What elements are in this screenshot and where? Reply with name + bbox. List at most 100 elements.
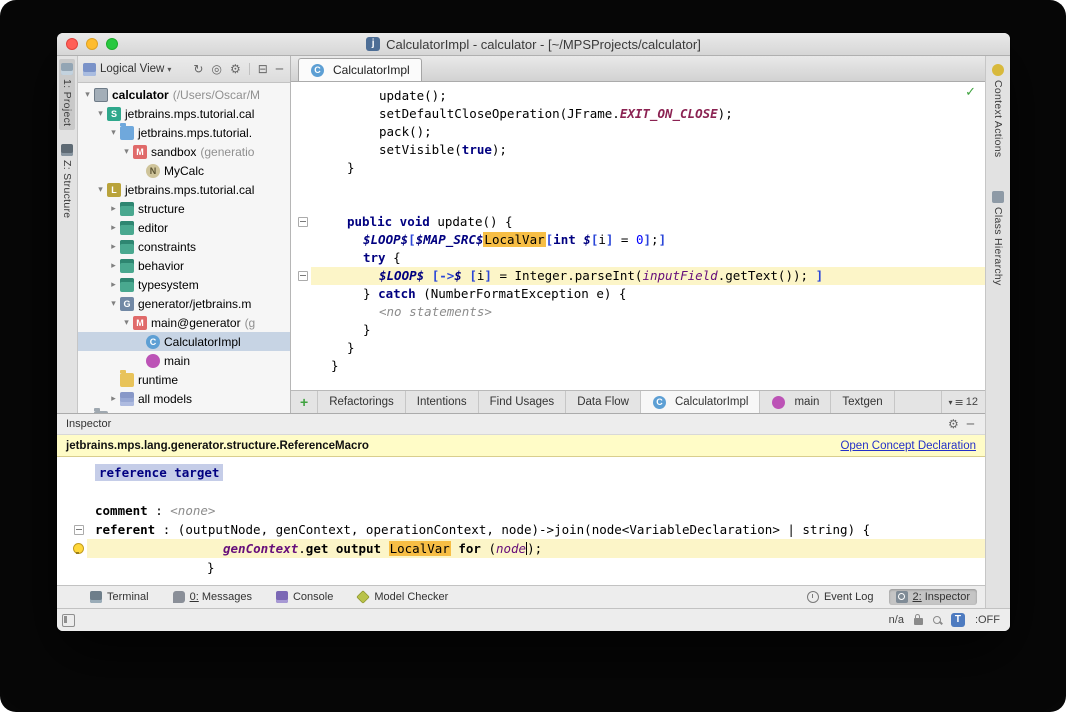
tree-toggle-icon[interactable]: ▾: [95, 185, 106, 195]
toolwindow-button-0-messages[interactable]: 0: Messages: [166, 589, 259, 605]
tree-item-calculatorimpl[interactable]: CalculatorImpl: [78, 332, 290, 351]
settings-gear-icon[interactable]: ⚙: [228, 63, 243, 75]
tree-toggle-icon[interactable]: ▸: [108, 204, 119, 214]
code-line[interactable]: }: [57, 558, 985, 577]
code-line[interactable]: }: [291, 159, 985, 177]
close-window-button[interactable]: [66, 38, 78, 50]
tree-item-main-generator[interactable]: ▾main@generator(g: [78, 313, 290, 332]
tree-toggle-icon[interactable]: ▸: [108, 242, 119, 252]
bottom-tab-main[interactable]: main: [760, 391, 831, 413]
toolwindow-button-structure[interactable]: Z: Structure: [59, 140, 75, 222]
code-line[interactable]: public void update() {: [291, 213, 985, 231]
code-line[interactable]: <no statements>: [291, 303, 985, 321]
tree-toggle-icon[interactable]: ▸: [108, 280, 119, 290]
open-concept-declaration-link[interactable]: Open Concept Declaration: [840, 440, 976, 452]
tree-item-structure[interactable]: ▸structure: [78, 199, 290, 218]
tree-item-jetbrains-mps-tutorial[interactable]: ▾jetbrains.mps.tutorial.: [78, 123, 290, 142]
code-token: pack();: [379, 124, 432, 139]
editor-tab-calculatorimpl[interactable]: CalculatorImpl: [298, 58, 422, 81]
code-line[interactable]: setDefaultCloseOperation(JFrame.EXIT_ON_…: [291, 105, 985, 123]
tree-toggle-icon[interactable]: ▾: [82, 90, 93, 100]
tree-item-generator-jetbrains-m[interactable]: ▾generator/jetbrains.m: [78, 294, 290, 313]
bottom-tab-textgen[interactable]: Textgen: [831, 391, 894, 413]
hide-panel-icon[interactable]: ─: [274, 63, 285, 75]
code-line[interactable]: referent : (outputNode, genContext, oper…: [57, 520, 985, 539]
lock-icon[interactable]: [914, 618, 923, 625]
code-token: get output: [306, 541, 389, 556]
toolwindow-toggle-icon[interactable]: [62, 614, 75, 627]
code-line[interactable]: }: [291, 321, 985, 339]
fold-marker-icon[interactable]: [298, 217, 308, 227]
toolwindow-button-event-log[interactable]: Event Log: [800, 589, 881, 605]
gutter: [57, 482, 87, 501]
tree-toggle-icon[interactable]: ▸: [108, 261, 119, 271]
inspection-status-ok-icon[interactable]: ✓: [965, 85, 976, 100]
bottom-tab-calculatorimpl[interactable]: CalculatorImpl: [641, 391, 761, 413]
bottom-tab-refactorings[interactable]: Refactorings: [317, 391, 406, 413]
tree-item-all-models[interactable]: ▸all models: [78, 389, 290, 408]
code-line[interactable]: [291, 195, 985, 213]
inspector-header[interactable]: Inspector ⚙ ─: [57, 413, 985, 435]
tree-item-jetbrains-mps-tutorial-cal[interactable]: ▾jetbrains.mps.tutorial.cal: [78, 104, 290, 123]
toolwindow-button-terminal[interactable]: Terminal: [83, 589, 156, 605]
tree-item-behavior[interactable]: ▸behavior: [78, 256, 290, 275]
sync-icon[interactable]: ↻: [191, 63, 205, 75]
tree-item-mycalc[interactable]: MyCalc: [78, 161, 290, 180]
toolwindow-button-console[interactable]: Console: [269, 589, 340, 605]
toolwindow-button-project[interactable]: 1: Project: [59, 59, 75, 130]
toolwindow-button-class-hierarchy[interactable]: Class Hierarchy: [990, 187, 1006, 290]
minimize-window-button[interactable]: [86, 38, 98, 50]
tab-overflow-control[interactable]: ▾ ≡ 12: [941, 391, 985, 413]
code-line[interactable]: reference target: [57, 463, 985, 482]
tree-item-typesystem[interactable]: ▸typesystem: [78, 275, 290, 294]
tree-toggle-icon[interactable]: ▸: [108, 394, 119, 404]
tree-item-runtime[interactable]: runtime: [78, 370, 290, 389]
fold-marker-icon[interactable]: [298, 271, 308, 281]
tree-item-calculator[interactable]: ▾calculator(/Users/Oscar/M: [78, 85, 290, 104]
tree-item-constraints[interactable]: ▸constraints: [78, 237, 290, 256]
code-line-current[interactable]: $LOOP$ [->$ [i] = Integer.parseInt(input…: [291, 267, 985, 285]
intention-bulb-icon[interactable]: [73, 543, 84, 554]
add-tab-icon[interactable]: +: [291, 391, 317, 413]
code-line[interactable]: comment : <none>: [57, 501, 985, 520]
toolwindow-button-context-actions[interactable]: Context Actions: [990, 60, 1006, 161]
bottom-tab-data-flow[interactable]: Data Flow: [566, 391, 641, 413]
tree-toggle-icon[interactable]: ▾: [121, 147, 132, 157]
code-line[interactable]: try {: [291, 249, 985, 267]
inspector-editor[interactable]: reference target comment : <none>referen…: [57, 457, 985, 585]
collapse-all-icon[interactable]: ⊟: [256, 63, 270, 75]
title-bar[interactable]: j CalculatorImpl - calculator - [~/MPSPr…: [57, 33, 1010, 56]
tree-item-main[interactable]: main: [78, 351, 290, 370]
code-line-current[interactable]: genContext.get output LocalVar for (node…: [57, 539, 985, 558]
code-line[interactable]: [291, 177, 985, 195]
tree-toggle-icon[interactable]: ▾: [108, 128, 119, 138]
tree-toggle-icon[interactable]: ▾: [95, 109, 106, 119]
tree-toggle-icon[interactable]: ▸: [108, 223, 119, 233]
code-line[interactable]: $LOOP$[$MAP_SRC$LocalVar[int $[i] = 0];]: [291, 231, 985, 249]
inspector-settings-gear-icon[interactable]: ⚙: [946, 418, 961, 430]
code-line[interactable]: update();: [291, 87, 985, 105]
view-selector[interactable]: Logical View ▾: [100, 63, 171, 75]
zoom-window-button[interactable]: [106, 38, 118, 50]
tree-toggle-icon[interactable]: ▾: [121, 318, 132, 328]
tree-toggle-icon[interactable]: ▾: [108, 299, 119, 309]
tree-item-sandbox[interactable]: ▾sandbox(generatio: [78, 142, 290, 161]
code-line[interactable]: [57, 482, 985, 501]
tree-item-jetbrains-mps-tutorial-cal[interactable]: ▾jetbrains.mps.tutorial.cal: [78, 180, 290, 199]
magnifier-icon[interactable]: [933, 616, 941, 624]
toolwindow-button-model-checker[interactable]: Model Checker: [350, 589, 455, 605]
bottom-tab-intentions[interactable]: Intentions: [406, 391, 479, 413]
inspector-hide-icon[interactable]: ─: [965, 418, 976, 430]
bottom-tab-find-usages[interactable]: Find Usages: [479, 391, 567, 413]
editor-code-pane[interactable]: update();setDefaultCloseOperation(JFrame…: [291, 82, 985, 390]
fold-marker-icon[interactable]: [74, 525, 84, 535]
toolwindow-button-2-inspector[interactable]: 2: Inspector: [889, 589, 978, 605]
code-line[interactable]: }: [291, 339, 985, 357]
scroll-to-node-icon[interactable]: ◎: [209, 63, 223, 75]
code-line[interactable]: }: [291, 357, 985, 375]
code-line[interactable]: } catch (NumberFormatException e) {: [291, 285, 985, 303]
code-line[interactable]: pack();: [291, 123, 985, 141]
transformation-badge-icon[interactable]: T: [951, 613, 965, 627]
tree-item-editor[interactable]: ▸editor: [78, 218, 290, 237]
code-line[interactable]: setVisible(true);: [291, 141, 985, 159]
